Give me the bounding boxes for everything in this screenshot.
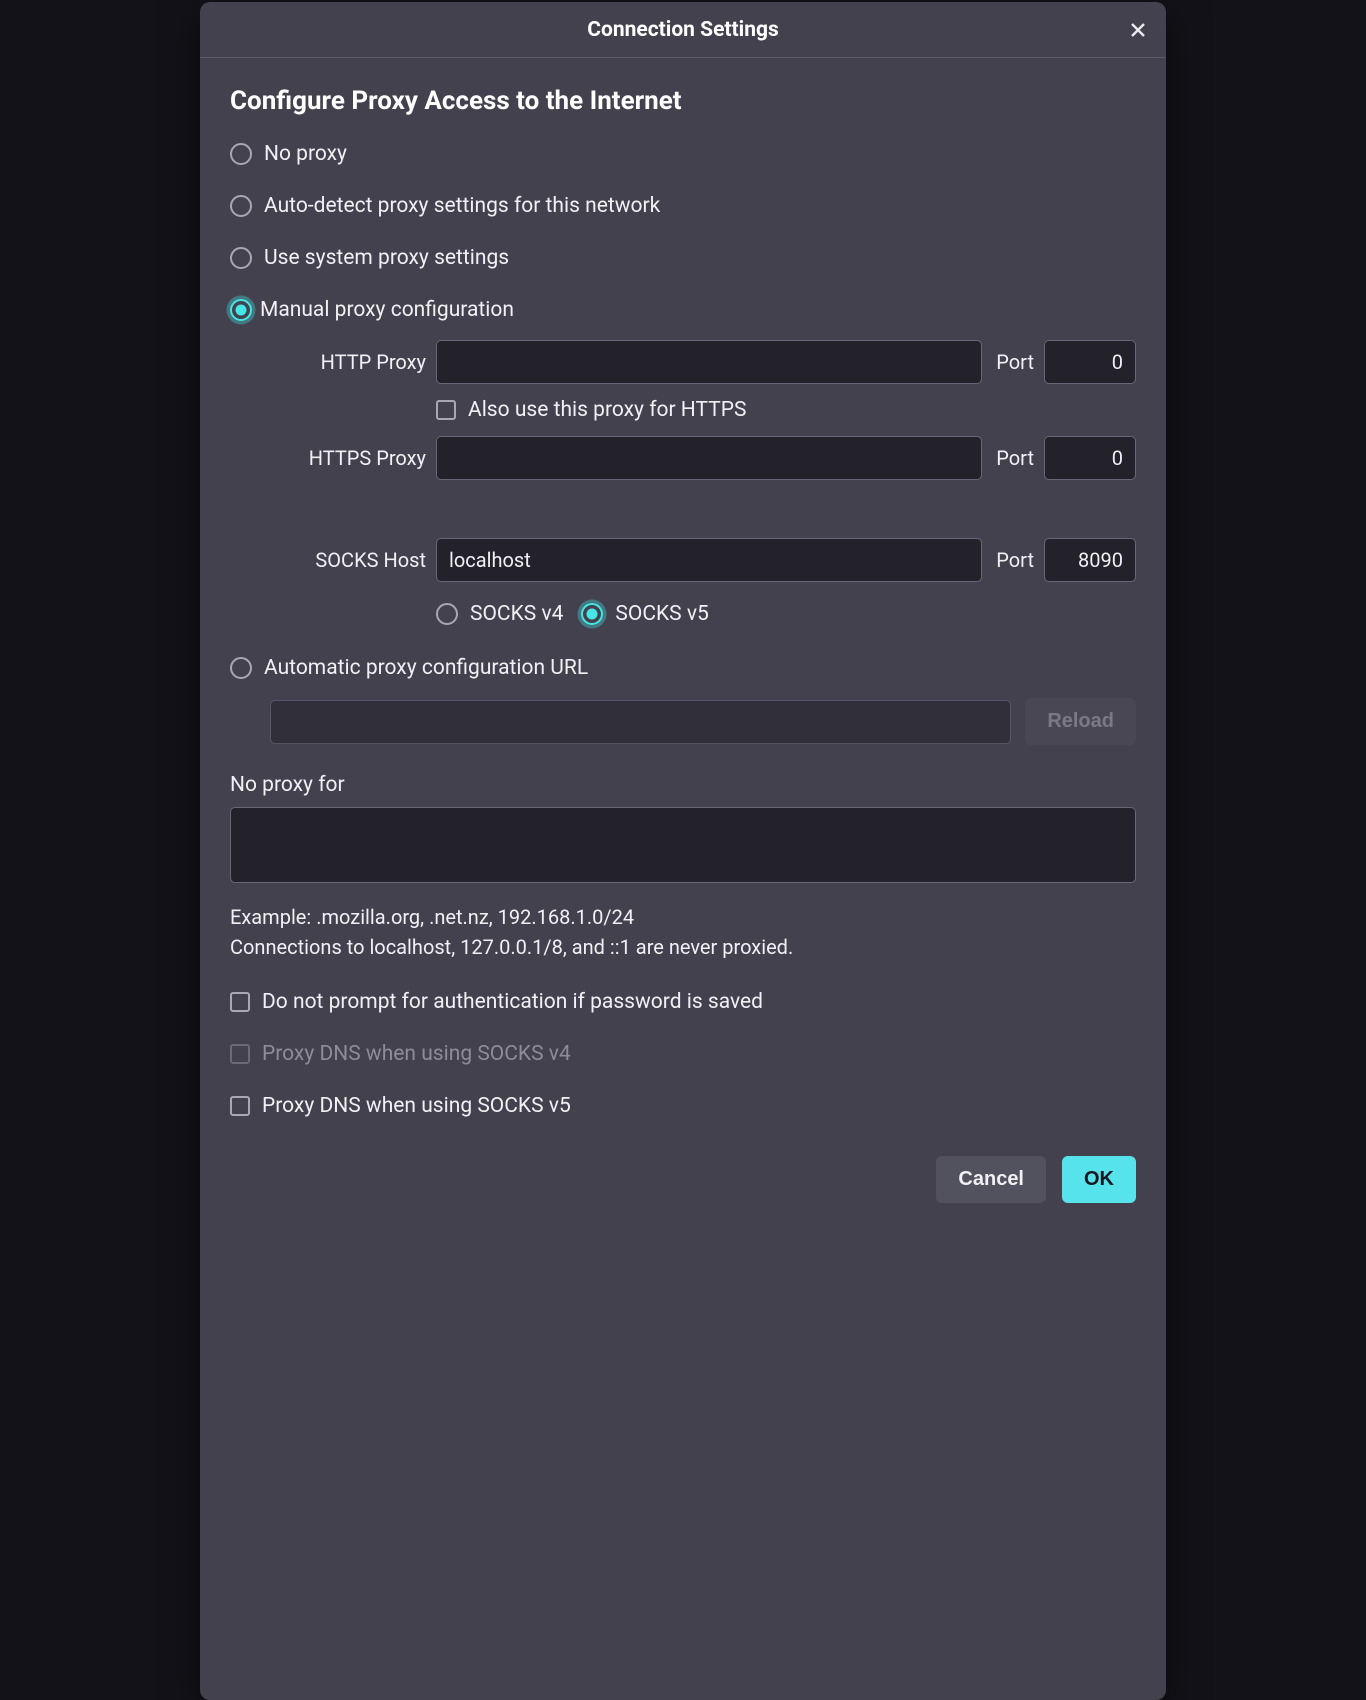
radio-auto-detect[interactable]: Auto-detect proxy settings for this netw… (230, 194, 1136, 218)
cancel-button[interactable]: Cancel (936, 1156, 1046, 1203)
checkbox-label: Proxy DNS when using SOCKS v4 (262, 1042, 571, 1066)
radio-icon (230, 299, 252, 321)
checkbox-label: Also use this proxy for HTTPS (468, 398, 746, 422)
radio-manual-proxy[interactable]: Manual proxy configuration (230, 298, 1136, 322)
checkbox-proxy-dns-v4: Proxy DNS when using SOCKS v4 (230, 1042, 1136, 1066)
radio-label: SOCKS v4 (470, 602, 563, 626)
port-label: Port (988, 446, 1038, 470)
dialog-titlebar: Connection Settings (200, 2, 1166, 58)
dialog-actions: Cancel OK (200, 1156, 1166, 1203)
also-use-https-checkbox[interactable]: Also use this proxy for HTTPS (436, 398, 1136, 422)
radio-label: Automatic proxy configuration URL (264, 656, 588, 680)
port-label: Port (988, 350, 1038, 374)
http-proxy-label: HTTP Proxy (270, 350, 430, 374)
radio-label: SOCKS v5 (615, 602, 708, 626)
radio-label: Auto-detect proxy settings for this netw… (264, 194, 660, 218)
checkbox-icon (230, 992, 250, 1012)
reload-button[interactable]: Reload (1025, 698, 1136, 745)
http-port-input[interactable] (1044, 340, 1136, 384)
radio-icon (230, 657, 252, 679)
auto-config-url-row: Reload (270, 698, 1136, 745)
no-proxy-note: Connections to localhost, 127.0.0.1/8, a… (230, 932, 1136, 962)
checkbox-icon (436, 400, 456, 420)
auto-config-url-input[interactable] (270, 700, 1011, 744)
radio-label: Manual proxy configuration (260, 298, 514, 322)
checkbox-icon (230, 1096, 250, 1116)
dialog-title: Connection Settings (587, 18, 779, 42)
checkbox-no-auth-prompt[interactable]: Do not prompt for authentication if pass… (230, 990, 1136, 1014)
socks-host-label: SOCKS Host (270, 548, 430, 572)
radio-icon (230, 195, 252, 217)
https-port-input[interactable] (1044, 436, 1136, 480)
radio-label: Use system proxy settings (264, 246, 509, 270)
manual-proxy-form: HTTP Proxy Port Also use this proxy for … (270, 340, 1136, 626)
no-proxy-for-label: No proxy for (230, 773, 1136, 797)
https-proxy-input[interactable] (436, 436, 982, 480)
radio-icon (230, 247, 252, 269)
close-button[interactable] (1122, 14, 1154, 46)
no-proxy-example: Example: .mozilla.org, .net.nz, 192.168.… (230, 902, 1136, 932)
http-proxy-input[interactable] (436, 340, 982, 384)
radio-auto-config-url[interactable]: Automatic proxy configuration URL (230, 656, 1136, 680)
socks-port-input[interactable] (1044, 538, 1136, 582)
no-proxy-help: Example: .mozilla.org, .net.nz, 192.168.… (230, 902, 1136, 962)
radio-no-proxy[interactable]: No proxy (230, 142, 1136, 166)
connection-settings-dialog: Connection Settings Configure Proxy Acce… (200, 2, 1166, 1700)
socks-host-input[interactable] (436, 538, 982, 582)
dialog-content: Configure Proxy Access to the Internet N… (200, 58, 1166, 1156)
radio-socks-v5[interactable] (581, 603, 603, 625)
section-heading: Configure Proxy Access to the Internet (230, 86, 1136, 116)
radio-label: No proxy (264, 142, 347, 166)
bottom-checkbox-group: Do not prompt for authentication if pass… (230, 990, 1136, 1118)
checkbox-label: Do not prompt for authentication if pass… (262, 990, 763, 1014)
radio-icon (230, 143, 252, 165)
ok-button[interactable]: OK (1062, 1156, 1136, 1203)
checkbox-proxy-dns-v5[interactable]: Proxy DNS when using SOCKS v5 (230, 1094, 1136, 1118)
radio-system-proxy[interactable]: Use system proxy settings (230, 246, 1136, 270)
checkbox-label: Proxy DNS when using SOCKS v5 (262, 1094, 571, 1118)
radio-socks-v4[interactable] (436, 603, 458, 625)
port-label: Port (988, 548, 1038, 572)
checkbox-icon (230, 1044, 250, 1064)
socks-version-group: SOCKS v4 SOCKS v5 (436, 602, 1136, 626)
https-proxy-label: HTTPS Proxy (270, 446, 430, 470)
no-proxy-for-textarea[interactable] (230, 807, 1136, 883)
close-icon (1129, 21, 1147, 39)
